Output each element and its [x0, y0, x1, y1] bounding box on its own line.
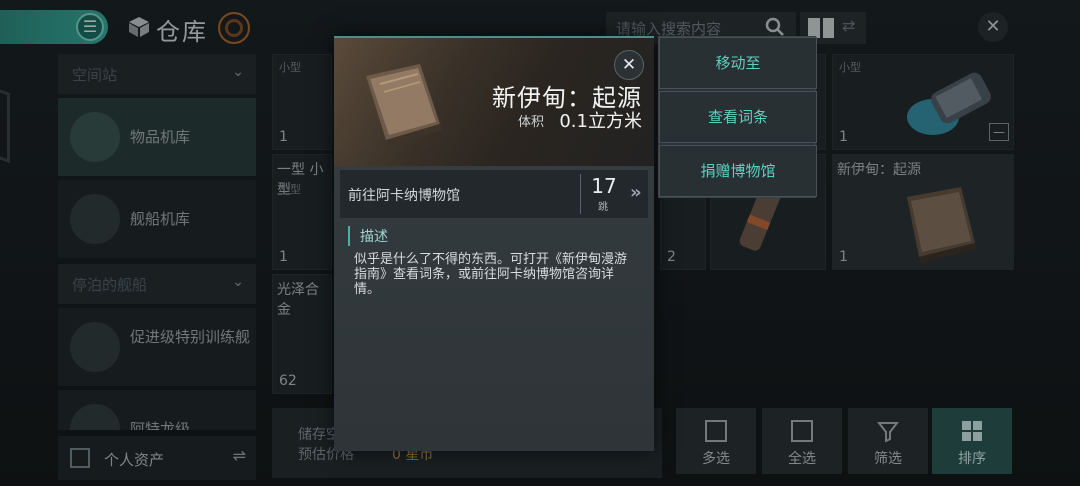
item-detail-modal: 新伊甸：起源 体积 0.1立方米 ✕ 前往阿卡纳博物馆 17 跳 » 描述 似乎…: [334, 36, 654, 451]
context-menu: 移动至 查看词条 捐赠博物馆: [658, 36, 817, 198]
close-icon[interactable]: ✕: [614, 50, 644, 80]
menu-item-donate-museum[interactable]: 捐赠博物馆: [659, 145, 817, 197]
volume-value: 0.1立方米: [559, 111, 642, 132]
jump-count: 17: [591, 174, 617, 198]
route-to-museum[interactable]: 前往阿卡纳博物馆 17 跳 »: [340, 170, 648, 218]
chevron-right-icon[interactable]: »: [630, 182, 642, 203]
route-label: 前往阿卡纳博物馆: [348, 188, 460, 204]
description-heading: 描述: [348, 226, 388, 246]
volume-label: 体积: [517, 115, 544, 130]
divider: [580, 174, 581, 214]
item-hero: 新伊甸：起源 体积 0.1立方米 ✕: [334, 38, 654, 166]
menu-item-view-entry[interactable]: 查看词条: [659, 91, 817, 143]
menu-item-move-to[interactable]: 移动至: [659, 37, 817, 89]
book-icon: [366, 64, 442, 146]
description-text: 似乎是什么了不得的东西。可打开《新伊甸漫游指南》查看词条，或前往阿卡纳博物馆咨询…: [354, 252, 628, 297]
jump-unit: 跳: [598, 202, 608, 213]
